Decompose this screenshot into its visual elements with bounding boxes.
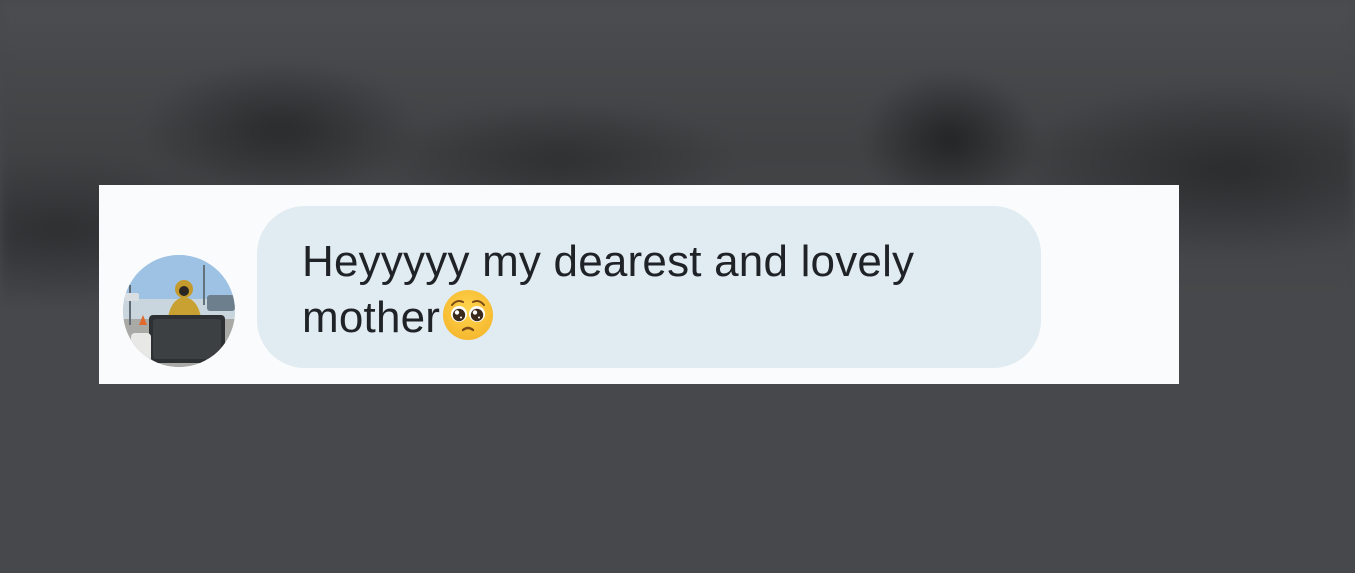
message-text: Heyyyyy my dearest and lovely mother — [302, 237, 915, 342]
message-bubble[interactable]: Heyyyyy my dearest and lovely mother — [257, 206, 1041, 368]
message-row: Heyyyyy my dearest and lovely mother — [99, 185, 1179, 384]
message-text-block: Heyyyyy my dearest and lovely mother — [302, 234, 1002, 345]
avatar[interactable] — [123, 255, 235, 367]
avatar-photo — [123, 255, 235, 367]
pleading-face-emoji-icon — [443, 290, 494, 340]
